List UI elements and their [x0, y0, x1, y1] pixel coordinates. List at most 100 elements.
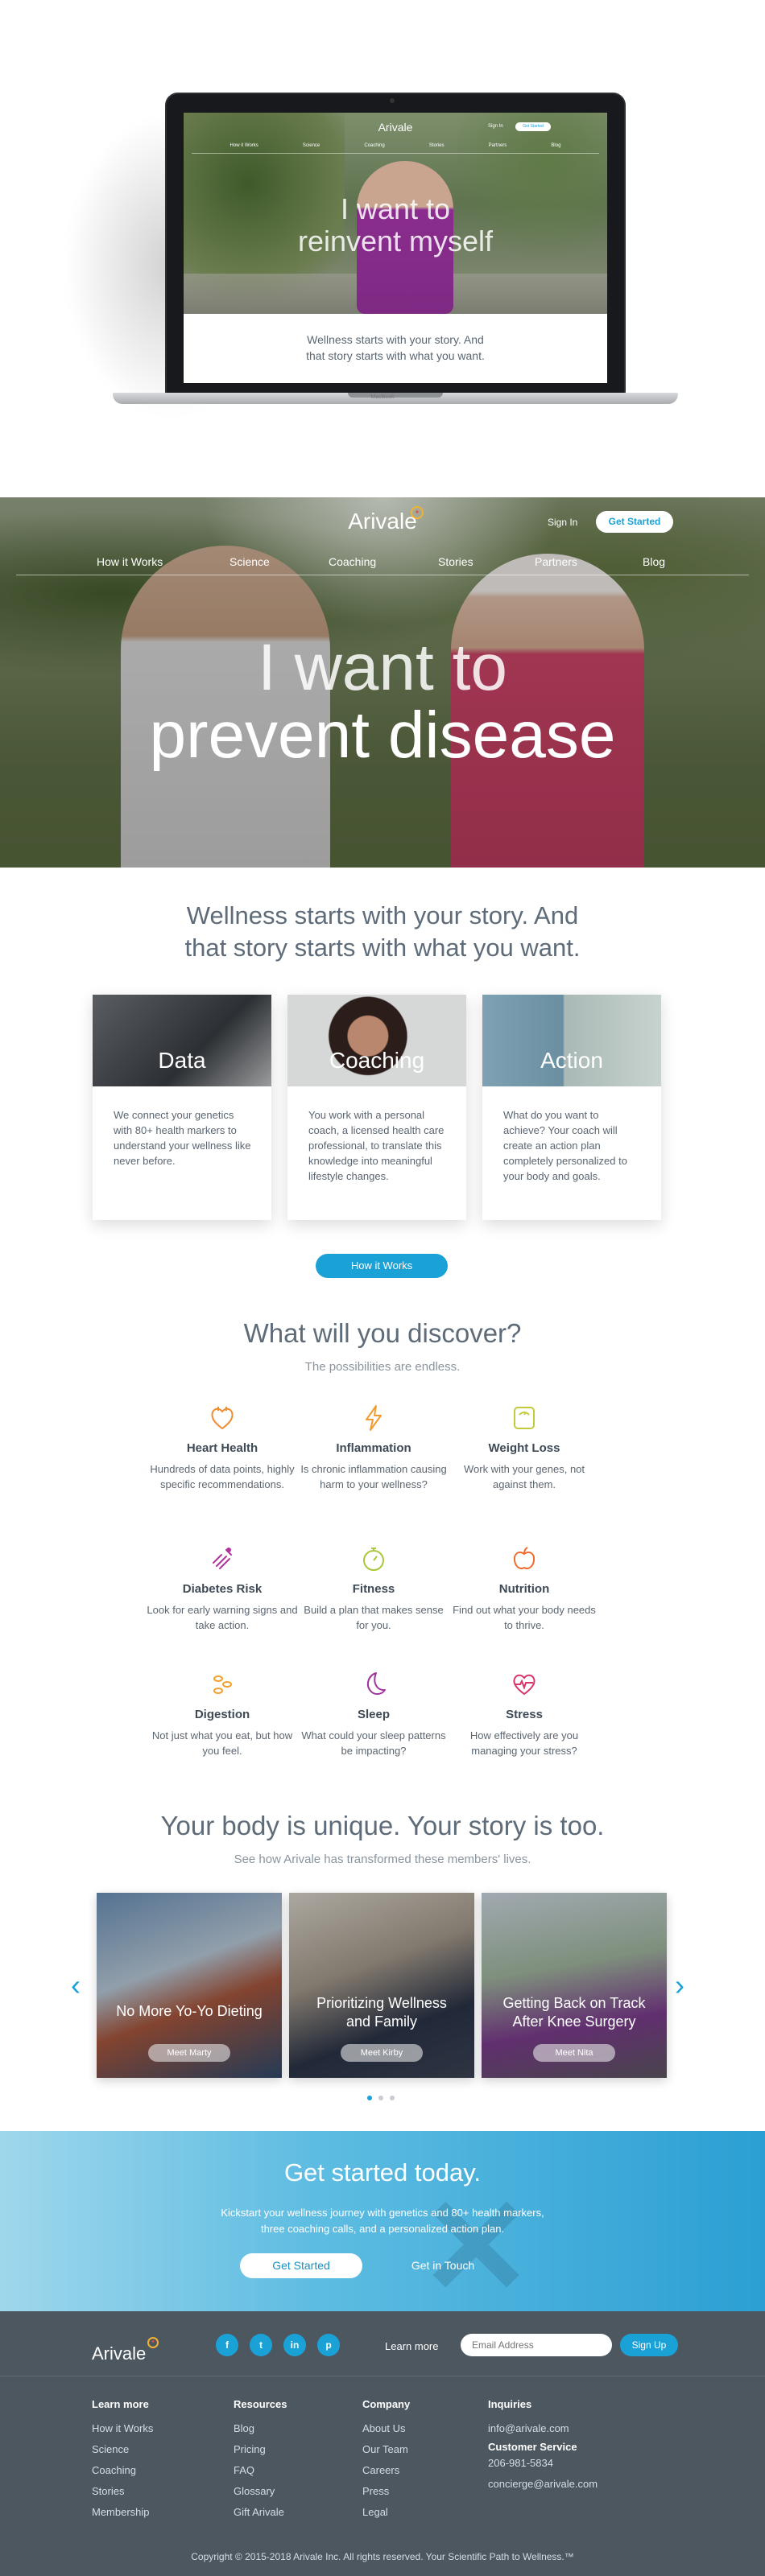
nav-item-partners[interactable]: Partners	[535, 555, 577, 568]
feature-title: Stress	[506, 1708, 543, 1721]
card-data[interactable]: Data We connect your genetics with 80+ h…	[93, 995, 271, 1220]
footer-link[interactable]: Membership	[92, 2502, 153, 2523]
story-title: No More Yo-Yo Dieting	[116, 2003, 263, 2019]
footer-link[interactable]: Stories	[92, 2481, 153, 2502]
nav-item-science[interactable]: Science	[229, 555, 270, 568]
newsletter-label: Learn more	[385, 2340, 439, 2352]
how-it-works-button[interactable]: How it Works	[316, 1254, 448, 1278]
carousel-dot[interactable]	[390, 2096, 395, 2100]
feature-title: Digestion	[194, 1708, 250, 1721]
footer-logo[interactable]: Arivale	[92, 2343, 146, 2364]
main-nav: How it Works Science Coaching Stories Pa…	[0, 555, 765, 571]
footer-heading: Company	[362, 2398, 411, 2410]
mockup-nav-science[interactable]: Science	[303, 143, 320, 148]
phone-link[interactable]: 206-981-5834	[488, 2453, 598, 2474]
laptop-mockup: Arivale Sign In Get Started How it Works…	[0, 0, 765, 483]
carousel-dot-active[interactable]	[367, 2096, 372, 2100]
footer-column-resources: Resources Blog Pricing FAQ Glossary Gift…	[234, 2398, 287, 2523]
carousel-dot[interactable]	[378, 2096, 383, 2100]
mockup-nav-divider	[192, 153, 599, 154]
feature-text: Look for early warning signs and take ac…	[147, 1604, 298, 1631]
footer-link[interactable]: Press	[362, 2481, 410, 2502]
footer-link[interactable]: Pricing	[234, 2439, 287, 2460]
mockup-nav-blog[interactable]: Blog	[551, 143, 560, 148]
footer-link[interactable]: Science	[92, 2439, 153, 2460]
feature-text: Work with your genes, not against them.	[463, 1463, 585, 1490]
feature-diabetes-risk: Diabetes Risk Look for early warning sig…	[146, 1545, 299, 1633]
footer-link[interactable]: Our Team	[362, 2439, 410, 2460]
card-action[interactable]: Action What do you want to achieve? Your…	[482, 995, 661, 1220]
hero-headline-line-1: I want to	[258, 631, 507, 704]
mockup-nav-coaching[interactable]: Coaching	[364, 143, 384, 148]
discover-subtitle: The possibilities are endless.	[304, 1360, 461, 1374]
story-title: Prioritizing Wellness and Family	[316, 1995, 447, 2030]
mockup-get-started-button[interactable]: Get Started	[515, 122, 551, 131]
stories-subtitle: See how Arivale has transformed these me…	[234, 1853, 531, 1866]
intro-heading: Wellness starts with your story. And tha…	[0, 900, 765, 964]
footer-link[interactable]: Blog	[234, 2418, 287, 2439]
feature-title: Weight Loss	[488, 1441, 560, 1455]
feature-text: Find out what your body needs to thrive.	[453, 1604, 596, 1631]
intro-line-2: that story starts with what you want.	[184, 934, 581, 962]
footer-link[interactable]: About Us	[362, 2418, 410, 2439]
digestion-icon	[213, 1675, 232, 1694]
footer-link[interactable]: Coaching	[92, 2460, 153, 2481]
hand-icon	[213, 1548, 232, 1569]
facebook-icon[interactable]: f	[216, 2334, 238, 2356]
meet-nita-button[interactable]: Meet Nita	[533, 2044, 615, 2062]
email-field[interactable]	[461, 2334, 612, 2356]
footer-link[interactable]: Glossary	[234, 2481, 287, 2502]
footer-link[interactable]: Gift Arivale	[234, 2502, 287, 2523]
mockup-nav-partners[interactable]: Partners	[489, 143, 507, 148]
footer-heading: Customer Service	[488, 2441, 577, 2453]
cta-get-started-button[interactable]: Get Started	[240, 2253, 362, 2278]
mockup-nav-how[interactable]: How it Works	[230, 143, 258, 148]
card-coaching[interactable]: Coaching You work with a personal coach,…	[287, 995, 466, 1220]
meet-marty-button[interactable]: Meet Marty	[148, 2044, 230, 2062]
get-in-touch-link[interactable]: Get in Touch	[387, 2253, 499, 2278]
feature-inflammation: Inflammation Is chronic inflammation cau…	[297, 1404, 450, 1492]
moon-icon	[366, 1672, 386, 1695]
footer-heading: Inquiries	[488, 2398, 532, 2410]
concierge-email-link[interactable]: concierge@arivale.com	[488, 2474, 598, 2495]
story-card-marty[interactable]: No More Yo-Yo Dieting Meet Marty	[97, 1893, 282, 2078]
feature-title: Sleep	[357, 1708, 391, 1721]
feature-title: Heart Health	[186, 1441, 258, 1455]
story-card-nita[interactable]: Getting Back on Track After Knee Surgery…	[482, 1893, 667, 2078]
story-card-kirby[interactable]: Prioritizing Wellness and Family Meet Ki…	[289, 1893, 474, 2078]
mockup-tagline-line-1: Wellness starts with your story. And	[307, 333, 484, 346]
feature-stress: Stress How effectively are you managing …	[448, 1671, 601, 1758]
linkedin-icon[interactable]: in	[283, 2334, 306, 2356]
card-text: You work with a personal coach, a licens…	[308, 1109, 445, 1182]
footer-link[interactable]: Legal	[362, 2502, 410, 2523]
pinterest-icon[interactable]: p	[317, 2334, 340, 2356]
carousel-next-arrow-icon[interactable]: ›	[675, 1968, 684, 2002]
get-started-button[interactable]: Get Started	[596, 511, 673, 533]
feature-text: Not just what you eat, but how you feel.	[151, 1729, 293, 1757]
nav-item-stories[interactable]: Stories	[438, 555, 473, 568]
nav-item-coaching[interactable]: Coaching	[329, 555, 376, 568]
footer-column-learn-more: Learn more How it Works Science Coaching…	[92, 2398, 153, 2523]
footer-link[interactable]: Careers	[362, 2460, 410, 2481]
footer-link[interactable]: How it Works	[92, 2418, 153, 2439]
sign-in-link[interactable]: Sign In	[548, 517, 577, 528]
mockup-tagline-line-2: that story starts with what you want.	[306, 349, 485, 362]
copyright: Copyright © 2015-2018 Arivale Inc. All r…	[191, 2551, 574, 2562]
meet-kirby-button[interactable]: Meet Kirby	[341, 2044, 423, 2062]
footer-link[interactable]: FAQ	[234, 2460, 287, 2481]
twitter-icon[interactable]: t	[250, 2334, 272, 2356]
carousel-prev-arrow-icon[interactable]: ‹	[71, 1968, 81, 2002]
story-title: Getting Back on Track After Knee Surgery	[502, 1995, 646, 2030]
mockup-nav: How it Works Science Coaching Stories Pa…	[184, 143, 607, 148]
hero-headline-line-2: prevent disease	[149, 699, 616, 772]
stopwatch-icon	[363, 1548, 384, 1571]
sign-up-button[interactable]: Sign Up	[620, 2334, 678, 2356]
info-email-link[interactable]: info@arivale.com	[488, 2418, 598, 2439]
mockup-sign-in-link[interactable]: Sign In	[488, 124, 503, 129]
heart-icon	[211, 1407, 234, 1430]
nav-item-blog[interactable]: Blog	[643, 555, 665, 568]
device-label: MacBook	[370, 394, 395, 400]
nav-item-how-it-works[interactable]: How it Works	[97, 555, 163, 568]
mockup-headline-line-1: I want to	[340, 192, 451, 225]
mockup-nav-stories[interactable]: Stories	[429, 143, 445, 148]
